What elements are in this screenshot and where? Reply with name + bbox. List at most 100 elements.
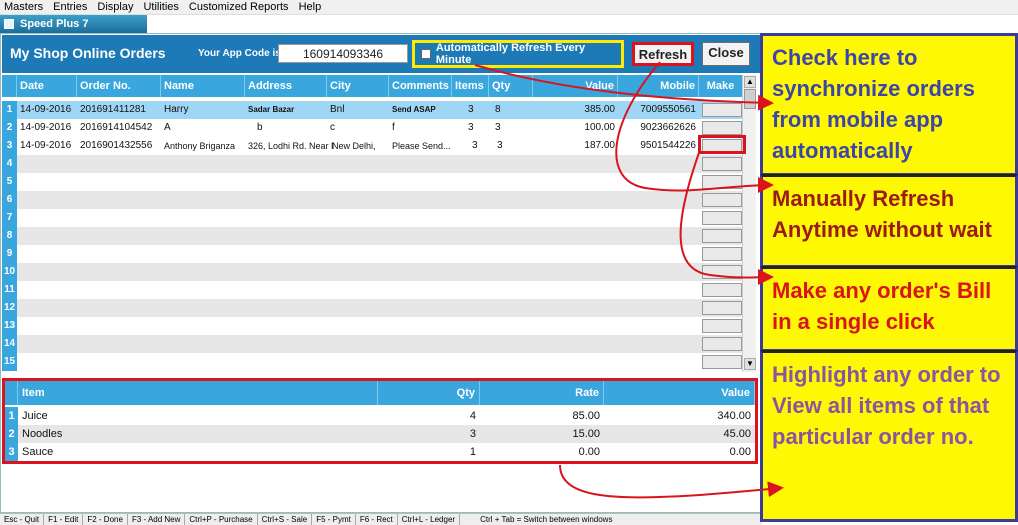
cell-comments: Please Send... — [392, 141, 451, 151]
scroll-down-icon[interactable]: ▼ — [744, 358, 756, 370]
table-row[interactable]: 11 — [2, 281, 743, 299]
table-row[interactable]: 5 — [2, 173, 743, 191]
items-row-number-header — [5, 381, 18, 405]
auto-refresh-checkbox[interactable] — [421, 49, 431, 59]
menu-entries[interactable]: Entries — [49, 0, 91, 14]
row-number: 6 — [2, 191, 17, 209]
table-row[interactable]: 4 — [2, 155, 743, 173]
order-items-panel: Item Qty Rate Value 1 Juice 4 85.00 340.… — [2, 378, 758, 464]
col-address[interactable]: Address — [245, 75, 327, 97]
cell-order-no: 2016901432556 — [80, 140, 153, 151]
cell-name: Harry — [164, 104, 189, 115]
col-comments[interactable]: Comments — [389, 75, 452, 97]
cell-date: 14-09-2016 — [20, 104, 72, 115]
table-row[interactable]: 14 — [2, 335, 743, 353]
cell-order-no: 201691411281 — [80, 104, 146, 115]
col-city[interactable]: City — [327, 75, 389, 97]
table-row[interactable]: 6 — [2, 191, 743, 209]
items-grid-header: Item Qty Rate Value — [5, 381, 755, 405]
table-row[interactable]: 3 14-09-2016 2016901432556 Anthony Briga… — [2, 137, 743, 155]
annotation-manual-refresh: Manually Refresh Anytime without wait — [760, 174, 1018, 268]
app-code-field[interactable]: 160914093346 — [278, 44, 408, 63]
menu-customized-reports[interactable]: Customized Reports — [185, 0, 293, 14]
item-name: Noodles — [22, 428, 63, 440]
refresh-button[interactable]: Refresh — [632, 42, 694, 66]
make-bill-button[interactable] — [702, 229, 742, 243]
col-name[interactable]: Name — [161, 75, 245, 97]
cell-value: 100.00 — [584, 122, 615, 133]
orders-scrollbar[interactable]: ▲ ▼ — [742, 75, 756, 372]
col-date[interactable]: Date — [17, 75, 77, 97]
item-qty: 1 — [469, 446, 476, 458]
table-row[interactable]: 8 — [2, 227, 743, 245]
row-number: 4 — [2, 155, 17, 173]
app-icon — [4, 19, 14, 29]
cell-items: 3 — [468, 104, 474, 115]
row-number: 2 — [2, 119, 17, 137]
menu-display[interactable]: Display — [93, 0, 137, 14]
make-bill-button[interactable] — [702, 319, 742, 333]
make-bill-button[interactable] — [702, 193, 742, 207]
col-mobile[interactable]: Mobile — [618, 75, 699, 97]
item-rate: 85.00 — [572, 410, 600, 422]
make-bill-button[interactable] — [702, 265, 742, 279]
row-number: 14 — [2, 335, 17, 353]
col-make[interactable]: Make — [699, 75, 743, 97]
menu-utilities[interactable]: Utilities — [139, 0, 182, 14]
row-number: 3 — [5, 443, 18, 461]
cell-qty: 3 — [497, 140, 503, 151]
scroll-thumb[interactable] — [744, 89, 756, 109]
close-button[interactable]: Close — [702, 42, 750, 66]
table-row[interactable]: 12 — [2, 299, 743, 317]
item-name: Juice — [22, 410, 48, 422]
table-row[interactable]: 2 14-09-2016 2016914104542 A b c f 3 3 1… — [2, 119, 743, 137]
list-item[interactable]: 1 Juice 4 85.00 340.00 — [5, 407, 755, 425]
col-qty[interactable]: Qty — [489, 75, 533, 97]
table-row[interactable]: 7 — [2, 209, 743, 227]
cell-name: Anthony Briganza — [164, 141, 236, 151]
make-bill-button[interactable] — [702, 337, 742, 351]
cell-qty: 8 — [495, 104, 501, 115]
table-row[interactable]: 13 — [2, 317, 743, 335]
make-bill-button[interactable] — [702, 211, 742, 225]
make-bill-button[interactable] — [702, 247, 742, 261]
make-bill-button[interactable] — [702, 283, 742, 297]
table-row[interactable]: 9 — [2, 245, 743, 263]
table-row[interactable]: 1 14-09-2016 201691411281 Harry Sadar Ba… — [2, 101, 743, 119]
col-item[interactable]: Item — [18, 381, 378, 405]
orders-header: My Shop Online Orders Your App Code is 1… — [2, 35, 760, 73]
col-order-no[interactable]: Order No. — [77, 75, 161, 97]
item-rate: 0.00 — [578, 446, 600, 458]
col-rate[interactable]: Rate — [480, 381, 604, 405]
item-value: 340.00 — [717, 410, 751, 422]
annotation-sync: Check here to synchronize orders from mo… — [760, 33, 1018, 176]
auto-refresh-toggle[interactable]: Automatically Refresh Every Minute — [412, 40, 624, 68]
list-item[interactable]: 3 Sauce 1 0.00 0.00 — [5, 443, 755, 461]
cell-mobile: 9023662626 — [640, 122, 696, 133]
make-bill-button[interactable] — [702, 301, 742, 315]
menu-help[interactable]: Help — [295, 0, 326, 14]
make-bill-button[interactable] — [702, 355, 742, 369]
row-number: 11 — [2, 281, 17, 299]
make-bill-button[interactable] — [702, 157, 742, 171]
make-bill-button[interactable] — [702, 175, 742, 189]
cell-city: New Delhi, — [332, 141, 376, 151]
col-item-qty[interactable]: Qty — [378, 381, 480, 405]
cell-comments: Send ASAP — [392, 105, 436, 114]
col-item-value[interactable]: Value — [604, 381, 755, 405]
item-value: 0.00 — [729, 446, 751, 458]
table-row[interactable]: 10 — [2, 263, 743, 281]
table-row[interactable]: 15 — [2, 353, 743, 371]
make-bill-button[interactable] — [702, 121, 742, 135]
cell-items: 3 — [472, 140, 478, 151]
shortcut-sale: Ctrl+S - Sale — [258, 514, 313, 525]
list-item[interactable]: 2 Noodles 3 15.00 45.00 — [5, 425, 755, 443]
app-code-label: Your App Code is — [198, 48, 281, 59]
cell-value: 385.00 — [584, 104, 615, 115]
col-value[interactable]: Value — [533, 75, 618, 97]
col-items[interactable]: Items — [452, 75, 489, 97]
orders-grid: Date Order No. Name Address City Comment… — [2, 75, 758, 372]
menu-masters[interactable]: Masters — [0, 0, 47, 14]
scroll-up-icon[interactable]: ▲ — [744, 76, 756, 88]
make-bill-button[interactable] — [702, 103, 742, 117]
